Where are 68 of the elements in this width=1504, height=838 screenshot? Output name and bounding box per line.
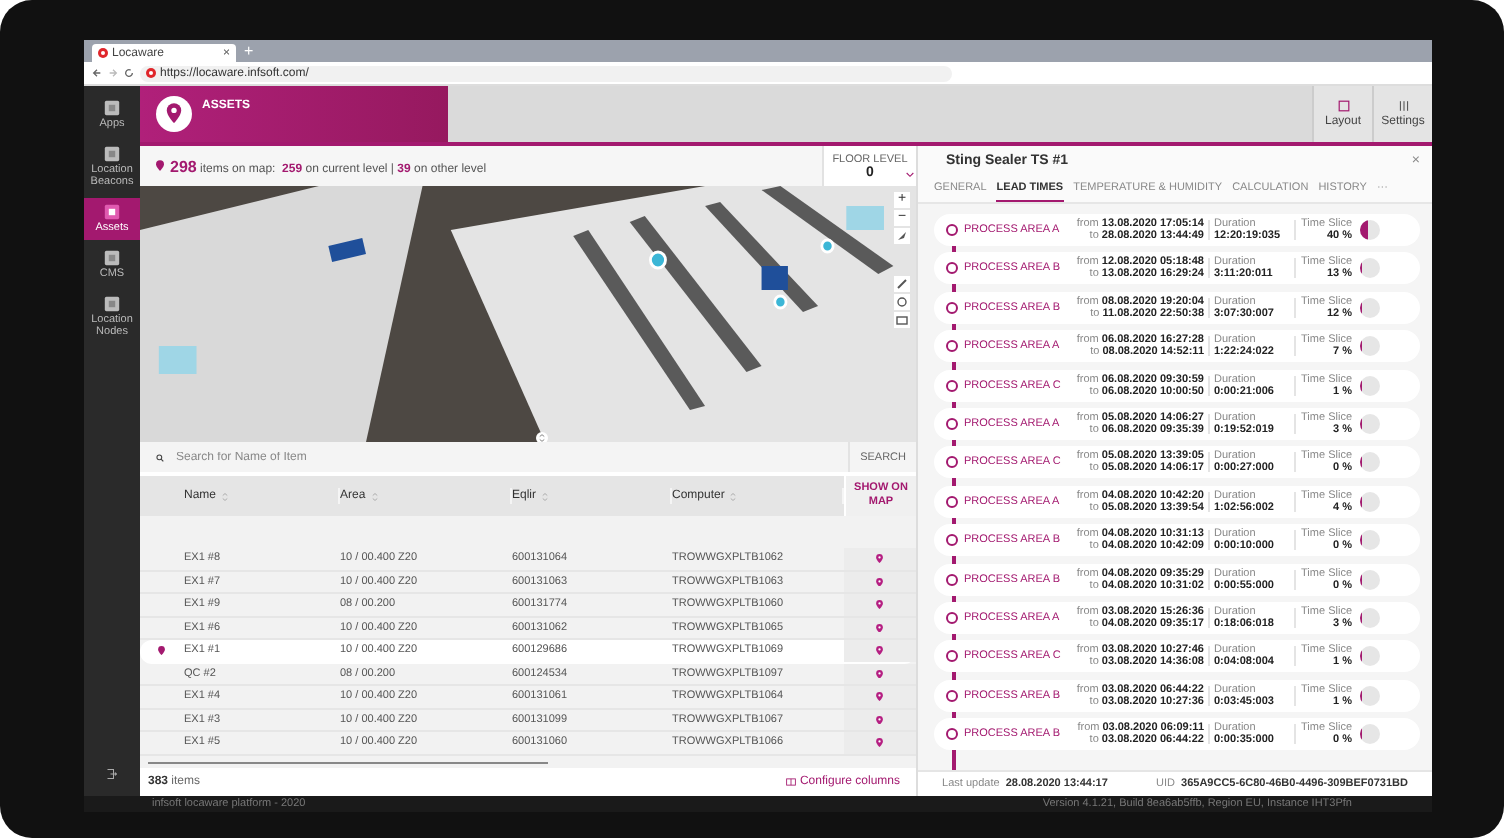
equipment-block: [761, 266, 788, 290]
reload-icon[interactable]: [124, 68, 134, 78]
time-slice-gauge: [1360, 530, 1380, 551]
show-on-map-icon[interactable]: [876, 623, 884, 632]
camera-icon[interactable]: [894, 312, 910, 328]
timeline-node-icon: [946, 650, 958, 663]
show-on-map-icon[interactable]: [876, 600, 884, 609]
show-on-map-icon[interactable]: [876, 715, 884, 724]
time-slice-gauge: [1360, 724, 1380, 745]
app-icon: [104, 146, 120, 163]
show-on-map-icon[interactable]: [876, 554, 884, 563]
timeline-node-icon: [946, 456, 958, 469]
time-slice-gauge: [1360, 491, 1380, 512]
time-slice-gauge: [1360, 258, 1380, 279]
room-area: [158, 346, 197, 374]
timeline-node-icon: [946, 417, 958, 430]
compass-icon[interactable]: [894, 228, 910, 244]
timeline-node-icon: [946, 534, 958, 547]
show-on-map-icon[interactable]: [876, 738, 884, 747]
time-slice-gauge: [1360, 375, 1380, 396]
show-on-map-icon[interactable]: [876, 646, 884, 655]
app-icon: [104, 204, 120, 221]
timeline-node-icon: [946, 728, 958, 741]
equipment-block: [328, 238, 366, 262]
timeline-node-icon: [946, 224, 958, 236]
time-slice-gauge: [1360, 413, 1380, 434]
time-slice-gauge: [1360, 569, 1380, 590]
time-slice-gauge: [1360, 646, 1380, 667]
sliders-icon: [1397, 100, 1409, 112]
timeline-node-icon: [946, 262, 958, 275]
back-icon[interactable]: [92, 68, 102, 78]
logo-icon: [98, 48, 108, 58]
layers-icon[interactable]: [894, 294, 910, 310]
location-marker[interactable]: [773, 294, 788, 310]
location-marker[interactable]: [820, 238, 835, 254]
time-slice-gauge: [1360, 607, 1380, 628]
layout-icon: [1337, 100, 1349, 112]
resize-handle-icon[interactable]: [536, 432, 548, 442]
timeline-node-icon: [946, 301, 958, 314]
ruler-icon[interactable]: [894, 276, 910, 292]
columns-icon: [785, 778, 796, 786]
scrollbar[interactable]: [148, 761, 548, 764]
timeline-node-icon: [946, 573, 958, 586]
show-on-map-icon[interactable]: [876, 669, 884, 678]
time-slice-gauge: [1360, 220, 1380, 240]
timeline-node-icon: [946, 379, 958, 392]
timeline-node-icon: [946, 340, 958, 353]
pin-icon: [158, 646, 166, 655]
time-slice-gauge: [1360, 452, 1380, 473]
logo-icon: [146, 68, 156, 78]
timeline-node-icon: [946, 611, 958, 624]
app-icon: [104, 250, 120, 267]
search-icon: [156, 453, 164, 461]
pin-icon: [156, 160, 164, 172]
pin-icon: [156, 96, 192, 132]
show-on-map-icon[interactable]: [876, 692, 884, 701]
room-area: [846, 206, 884, 230]
app-icon: [104, 100, 120, 116]
timeline-node-icon: [946, 495, 958, 508]
logout-icon[interactable]: [106, 768, 118, 780]
time-slice-gauge: [1360, 297, 1380, 318]
time-slice-gauge: [1360, 685, 1380, 706]
time-slice-gauge: [1360, 336, 1380, 357]
timeline-node-icon: [946, 689, 958, 702]
app-icon: [104, 296, 120, 313]
caret-icon: [906, 172, 914, 178]
location-marker[interactable]: [648, 250, 667, 270]
show-on-map-icon[interactable]: [876, 577, 884, 586]
